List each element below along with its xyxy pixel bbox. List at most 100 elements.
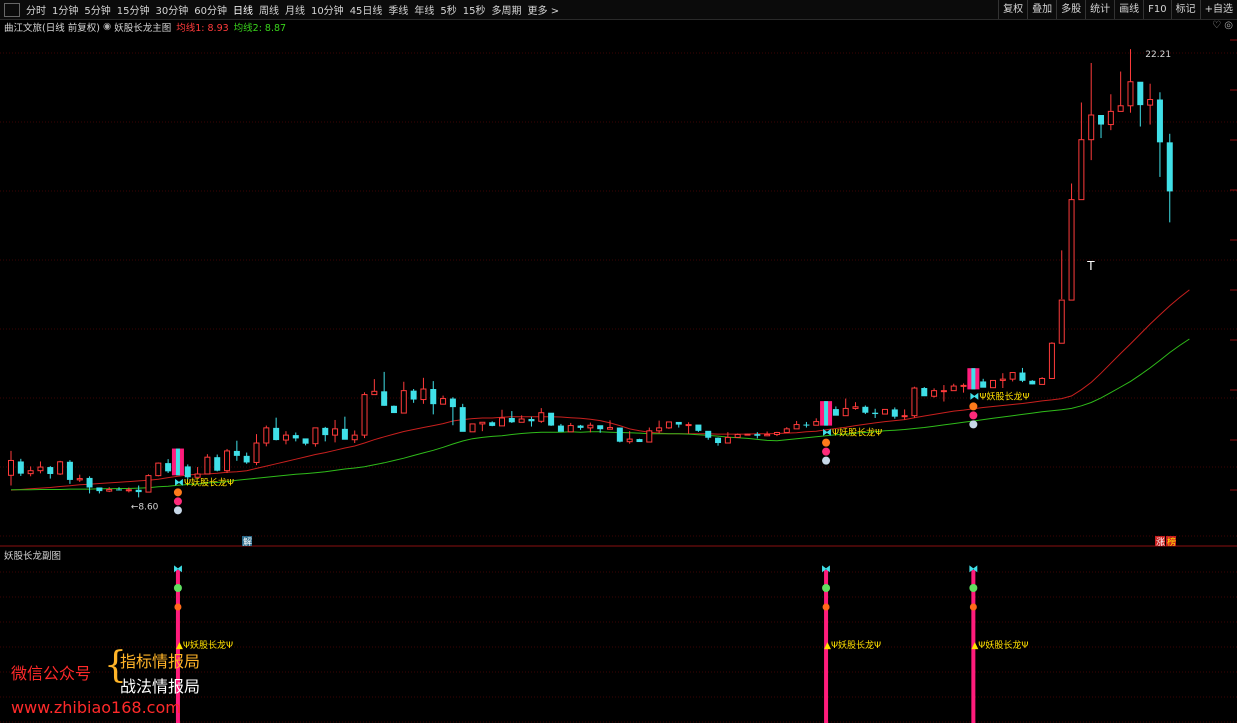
candle-body <box>783 428 790 433</box>
candle <box>1078 102 1085 201</box>
candle <box>37 461 44 474</box>
candle-body <box>440 398 447 405</box>
sub-gem-icon <box>969 584 978 592</box>
candle-body <box>508 417 515 423</box>
candle <box>960 383 967 393</box>
sub-moth-icon <box>174 603 182 611</box>
candle-body <box>17 461 24 474</box>
candle-body <box>371 390 378 396</box>
candle <box>371 379 378 396</box>
coin-icon <box>969 402 978 411</box>
coin-icon <box>822 438 831 447</box>
candle <box>351 430 358 444</box>
candle-body <box>734 433 741 438</box>
candle <box>233 440 240 461</box>
candle-body <box>204 456 211 475</box>
candle-body <box>263 427 270 444</box>
gem-icon <box>822 456 831 465</box>
candle <box>204 454 211 475</box>
candle-body <box>862 406 869 413</box>
candle-body <box>273 427 280 441</box>
candle-body <box>449 398 456 408</box>
candle-body <box>646 430 653 443</box>
heart-icon <box>822 447 831 456</box>
candle-body <box>597 425 604 430</box>
candle-body <box>607 427 614 430</box>
candle <box>145 474 152 493</box>
candle <box>1156 92 1163 177</box>
candle-body <box>940 390 947 393</box>
candle <box>96 487 103 494</box>
candle <box>685 422 692 434</box>
candle-body <box>341 428 348 440</box>
candle-body <box>86 477 93 488</box>
candle-body <box>921 388 928 397</box>
candle-body <box>430 389 437 405</box>
sub-gem-icon <box>173 584 182 592</box>
candle <box>1137 81 1144 127</box>
sub-chart-title[interactable]: 妖股长龙副图 <box>4 548 61 562</box>
watermark-wechat: 微信公众号 <box>11 664 92 683</box>
candle-body <box>980 381 987 388</box>
signal-label: Ψ妖股长龙Ψ <box>979 390 1029 402</box>
candle <box>194 467 201 478</box>
candle <box>548 412 555 426</box>
candle <box>155 462 162 477</box>
candle-body <box>332 428 339 436</box>
candle-body <box>76 478 83 481</box>
marker-jie-text: 解 <box>243 536 252 548</box>
candle <box>813 418 820 426</box>
candle <box>881 408 888 415</box>
candle <box>832 406 839 416</box>
candle <box>665 421 672 429</box>
candle <box>1068 183 1075 301</box>
candle <box>410 389 417 403</box>
candle-body <box>548 412 555 426</box>
candle-body <box>459 407 466 432</box>
candle-body <box>1029 380 1036 385</box>
candle-body <box>1098 115 1105 125</box>
candle-body <box>351 434 358 441</box>
candle <box>8 450 14 486</box>
butterfly-icon: ⧓ <box>822 428 832 439</box>
candle <box>263 425 270 447</box>
candle-body <box>233 450 240 456</box>
candle <box>793 420 800 430</box>
signal-label: Ψ妖股长龙Ψ <box>832 427 882 439</box>
sub-butterfly-icon: ⧓ <box>968 564 978 575</box>
candle-body <box>773 431 780 435</box>
candle <box>862 405 869 415</box>
sub-signal-label: ▲Ψ妖股长龙Ψ <box>824 639 881 651</box>
candle-body <box>1088 114 1095 141</box>
candle-body <box>1048 342 1055 379</box>
candle <box>1058 250 1065 344</box>
candle-body <box>106 488 113 492</box>
candle-body <box>724 436 731 444</box>
candle <box>803 421 810 428</box>
marker-zt-text: 涨 <box>1156 537 1165 548</box>
sub-butterfly-icon: ⧓ <box>821 564 831 575</box>
sub-gem-icon <box>822 584 831 592</box>
signal-bar-inner <box>175 448 180 476</box>
butterfly-icon: ⧓ <box>174 477 184 488</box>
candle <box>282 431 289 445</box>
candle-body <box>410 390 417 400</box>
candle <box>990 379 996 389</box>
candle-body <box>901 415 908 418</box>
candle <box>715 437 722 446</box>
candle <box>106 487 113 493</box>
candle-body <box>557 425 564 432</box>
candle-body <box>577 425 584 428</box>
candle <box>921 387 928 397</box>
candle-body <box>125 489 132 492</box>
candle <box>184 464 191 480</box>
candle <box>76 474 83 482</box>
candle <box>292 432 299 442</box>
candle <box>341 416 348 440</box>
candle <box>1039 377 1046 385</box>
candle-body <box>1068 199 1075 301</box>
kline-chart[interactable]: ⧓ Ψ妖股长龙Ψ⧓▲Ψ妖股长龙Ψ⧓ Ψ妖股长龙Ψ⧓▲Ψ妖股长龙Ψ⧓ Ψ妖股长龙Ψ⧓▲Ψ… <box>0 0 1237 723</box>
candle <box>479 421 486 432</box>
candle <box>1117 71 1124 112</box>
candle-body <box>1137 81 1144 106</box>
